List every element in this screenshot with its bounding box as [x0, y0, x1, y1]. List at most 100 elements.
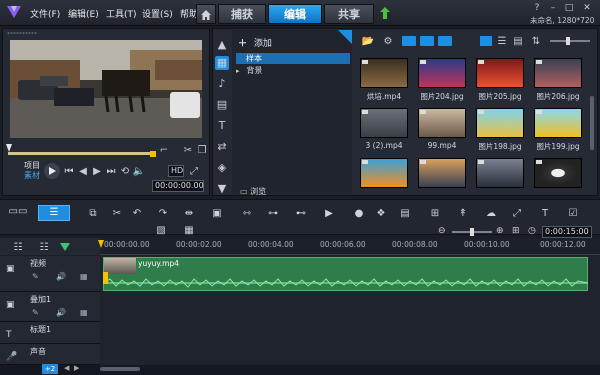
expand-icon[interactable]: ⤢ — [188, 165, 200, 177]
track-header-overlay[interactable]: ▣ 叠加1 ✎ 🔊 ▦ — [0, 292, 100, 322]
play-button[interactable] — [44, 163, 60, 179]
track-header-voice[interactable]: 🎤 声音 — [0, 344, 100, 365]
video-clip[interactable]: yuyuy.mp4 — [103, 257, 588, 291]
title-icon[interactable]: T — [215, 119, 229, 133]
add-folder-button[interactable]: ＋ 添加 — [238, 36, 272, 49]
fullscreen-icon[interactable]: ⤢ — [510, 207, 524, 221]
scroll-right-icon[interactable]: ▶ — [74, 364, 79, 372]
library-thumbnail[interactable] — [418, 108, 466, 138]
settings-gear-icon[interactable]: ⚙ — [382, 35, 394, 47]
copy-attributes-icon[interactable]: ⧉ — [86, 207, 100, 221]
folder-item-sample[interactable]: 样本 — [236, 53, 350, 64]
preview-timecode[interactable]: 00:00:00.00 — [152, 180, 204, 192]
volume-icon[interactable]: 🔈 — [133, 166, 145, 177]
chapter-row-icon[interactable]: ▧ — [154, 224, 168, 238]
cut-clip-icon[interactable]: ✂ — [110, 207, 124, 221]
instant-project-icon[interactable]: ▤ — [215, 98, 229, 112]
library-thumbnail[interactable] — [534, 108, 582, 138]
scroll-down-icon[interactable]: ▼ — [215, 182, 229, 196]
library-thumbnail[interactable] — [534, 158, 582, 188]
open-folder-icon[interactable]: 📂 — [362, 35, 374, 47]
upload-arrow-icon[interactable] — [380, 7, 390, 19]
library-thumbnail[interactable] — [360, 158, 408, 188]
timeline-view-button[interactable]: ☰ — [38, 205, 70, 221]
prev-frame-icon[interactable]: ◀ — [78, 166, 88, 177]
minimize-icon[interactable]: – — [546, 3, 560, 13]
fit-icon[interactable]: ⊞ — [512, 226, 520, 236]
next-frame-icon[interactable]: ▶ — [92, 166, 102, 177]
mode-clip[interactable]: 素材 — [24, 170, 40, 181]
repeat-icon[interactable]: ⟲ — [120, 166, 130, 177]
subtitle-icon[interactable]: ▤ — [398, 207, 412, 221]
redo-icon[interactable]: ↷ — [156, 207, 170, 221]
lock-icon[interactable]: ✎ — [32, 272, 39, 281]
clip-end-marker[interactable] — [103, 272, 108, 284]
chapter-icon[interactable]: ☷ — [38, 241, 50, 253]
scrub-bar[interactable] — [8, 152, 154, 155]
filter-icon[interactable]: ◈ — [215, 161, 229, 175]
library-thumbnail[interactable] — [360, 108, 408, 138]
filter-audio-button[interactable] — [438, 36, 452, 46]
media-icon[interactable]: ▦ — [215, 56, 229, 70]
pan-zoom-icon[interactable]: ▣ — [210, 207, 224, 221]
zoom-out-icon[interactable]: ⊖ — [438, 226, 446, 236]
motion-icon[interactable]: ⇿ — [240, 207, 254, 221]
sound-mix-icon[interactable]: ▦ — [182, 224, 196, 238]
scroll-up-icon[interactable]: ▲ — [215, 38, 229, 52]
maximize-icon[interactable]: □ — [562, 3, 576, 13]
grid-icon[interactable]: ▦ — [80, 272, 88, 281]
mask-icon[interactable]: ⊶ — [266, 207, 280, 221]
storyboard-view-button[interactable]: ▭▭ — [8, 206, 28, 220]
speaker-icon[interactable]: 🔊 — [56, 308, 66, 317]
track-header-video[interactable]: ▣ 视频 ✎ 🔊 ▦ — [0, 256, 100, 292]
filter-image-button[interactable] — [420, 36, 434, 46]
audio-library-icon[interactable]: ♪ — [215, 77, 229, 91]
menu-file[interactable]: 文件(F) — [30, 7, 60, 20]
home-tab[interactable] — [196, 4, 216, 24]
menu-settings[interactable]: 设置(S) — [142, 7, 173, 20]
zoom-in-icon[interactable]: ⊕ — [496, 226, 504, 236]
detail-view-icon[interactable]: ▤ — [512, 35, 524, 47]
end-icon[interactable]: ⏭ — [106, 166, 116, 177]
panel-grip[interactable] — [7, 32, 37, 34]
close-icon[interactable]: ✕ — [580, 3, 594, 13]
home-start-icon[interactable]: ⏮ — [64, 166, 74, 177]
help-icon[interactable]: ? — [530, 3, 544, 13]
multicam-icon[interactable]: ❖ — [374, 207, 388, 221]
text-icon[interactable]: T — [538, 207, 552, 221]
trim-end-marker[interactable] — [150, 151, 156, 157]
menu-edit[interactable]: 编辑(E) — [68, 7, 99, 20]
split-icon[interactable]: ⌐ — [158, 144, 170, 156]
folder-item-background[interactable]: ▸ 背景 — [236, 65, 350, 76]
library-thumbnail[interactable] — [360, 58, 408, 88]
horizontal-scrollbar[interactable] — [100, 367, 140, 371]
library-thumbnail[interactable] — [534, 58, 582, 88]
timeline-timecode[interactable]: 0:00:15:00 — [542, 226, 592, 238]
hd-badge[interactable]: HD — [168, 165, 184, 177]
scroll-left-icon[interactable]: ◀ — [64, 364, 69, 372]
slider-handle[interactable] — [566, 37, 570, 45]
zoom-slider[interactable] — [452, 228, 492, 236]
tab-capture[interactable]: 捕获 — [218, 4, 266, 24]
check-icon[interactable]: ☑ — [566, 207, 580, 221]
track-manager-icon[interactable]: ☷ — [12, 241, 24, 253]
filter-video-button[interactable] — [402, 36, 416, 46]
tab-edit[interactable]: 编辑 — [268, 4, 322, 24]
library-thumbnail[interactable] — [476, 158, 524, 188]
split-screen-icon[interactable]: ⊞ — [428, 207, 442, 221]
camera-icon[interactable]: ▶ — [322, 207, 336, 221]
transition-icon[interactable]: ⇄ — [215, 140, 229, 154]
speaker-icon[interactable]: 🔊 — [56, 272, 66, 281]
track-header-title[interactable]: T 标题1 — [0, 322, 100, 344]
add-marker-icon[interactable] — [60, 243, 70, 251]
library-thumbnail[interactable] — [418, 158, 466, 188]
list-view-icon[interactable]: ☰ — [496, 35, 508, 47]
grid-view-button[interactable] — [480, 36, 492, 46]
copy-icon[interactable]: ❐ — [196, 144, 208, 156]
tab-share[interactable]: 共享 — [324, 4, 374, 24]
stabilize-icon[interactable]: ⊷ — [294, 207, 308, 221]
speed-icon[interactable]: ↟ — [456, 207, 470, 221]
grid-icon[interactable]: ▦ — [80, 308, 88, 317]
cut-icon[interactable]: ✂ — [182, 144, 194, 156]
browse-button[interactable]: ▭ 浏览 — [240, 186, 266, 197]
